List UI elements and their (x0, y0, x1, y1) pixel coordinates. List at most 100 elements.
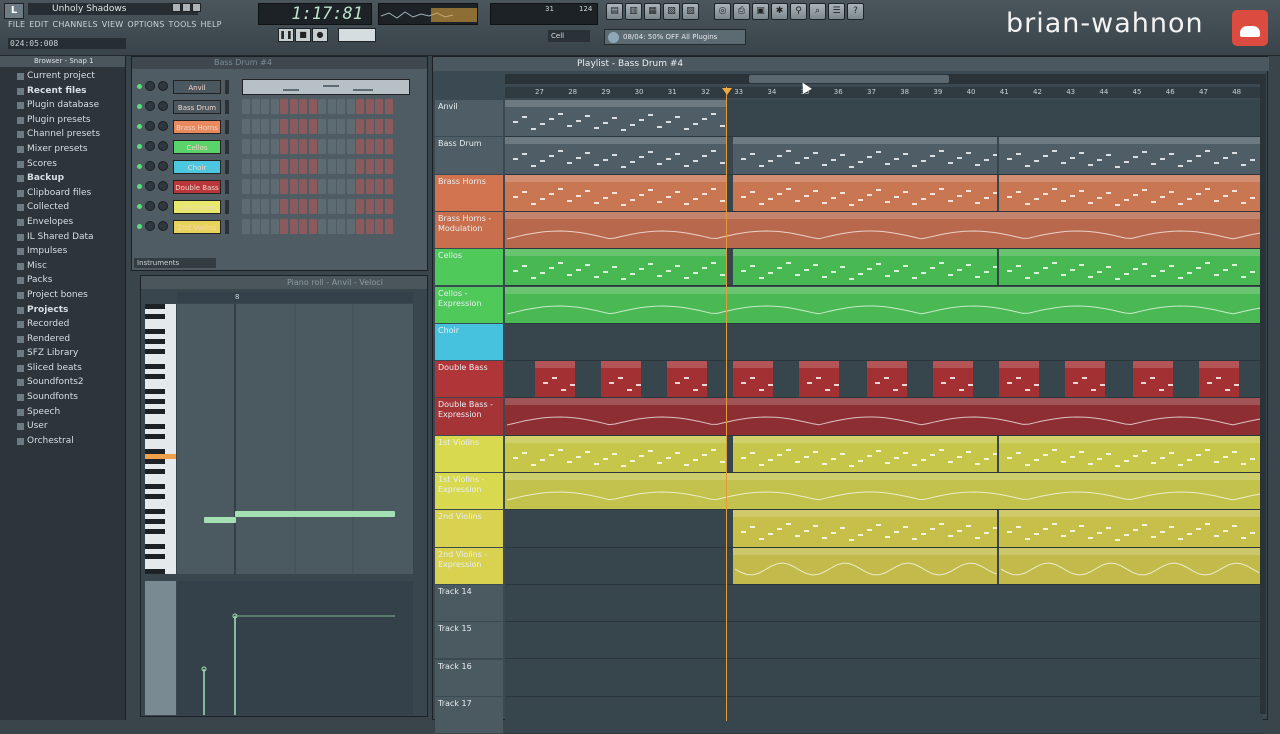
black-key[interactable] (145, 434, 165, 439)
black-key[interactable] (145, 339, 165, 344)
channel-name-button[interactable]: Anvil (173, 80, 221, 94)
browser-item[interactable]: Current project (0, 69, 125, 84)
piano-roll-note[interactable] (235, 511, 395, 517)
step-button[interactable] (327, 99, 336, 114)
piano-roll-ruler[interactable]: 8 (177, 292, 413, 303)
step-button[interactable] (346, 119, 355, 134)
step-button[interactable] (356, 159, 364, 174)
playhead-marker[interactable] (722, 88, 732, 95)
black-key[interactable] (145, 494, 165, 499)
step-button[interactable] (308, 219, 317, 234)
pattern-selector[interactable] (338, 28, 376, 42)
step-button[interactable] (280, 199, 288, 214)
menu-channels[interactable]: CHANNELS (53, 20, 98, 29)
step-button[interactable] (318, 179, 326, 194)
step-button[interactable] (327, 219, 336, 234)
mixer-icon[interactable]: ▧ (663, 3, 680, 20)
black-key[interactable] (145, 409, 165, 414)
black-key[interactable] (145, 399, 165, 404)
step-button[interactable] (375, 99, 383, 114)
step-button[interactable] (299, 99, 307, 114)
step-button[interactable] (289, 139, 298, 154)
playlist-clip[interactable]: Dou..ss (1065, 361, 1105, 398)
browser-item[interactable]: Orchestral (0, 434, 125, 449)
track-lane[interactable] (505, 323, 1263, 362)
track-header[interactable]: Bass Drum (435, 137, 503, 174)
piano-roll-grid[interactable] (177, 304, 413, 574)
step-button[interactable] (251, 179, 260, 194)
track-header[interactable]: Track 17 (435, 696, 503, 734)
step-button[interactable] (270, 179, 279, 194)
step-button[interactable] (261, 179, 269, 194)
track-header[interactable]: Cellos (435, 249, 503, 286)
maximize-icon[interactable] (182, 3, 191, 12)
step-button[interactable] (375, 219, 383, 234)
browser-item[interactable]: Clipboard files (0, 186, 125, 201)
step-button[interactable] (242, 99, 250, 114)
black-key[interactable] (145, 529, 165, 534)
step-button[interactable] (270, 159, 279, 174)
browser-item[interactable]: Sliced beats (0, 361, 125, 376)
track-lane[interactable]: 2nd Violins 2nd Violins #2 (505, 510, 1263, 548)
step-button[interactable] (289, 119, 298, 134)
step-button[interactable] (280, 219, 288, 234)
playlist-clip[interactable] (505, 435, 727, 472)
playlist-ruler[interactable]: 27 28 29 30 31 32 33 34 35 36 37 38 39 40 41 42 43 44 45 46… (505, 87, 1263, 98)
track-header[interactable]: Track 15 (435, 622, 503, 659)
playlist-clip[interactable] (505, 473, 1261, 510)
track-header[interactable]: Brass Horns (435, 174, 503, 211)
black-key[interactable] (145, 314, 165, 319)
playlist-clip[interactable]: 2nd Violins - Expression envelope (999, 547, 1261, 584)
record-icon[interactable]: ● (312, 28, 328, 42)
step-button[interactable] (299, 179, 307, 194)
step-button[interactable] (337, 179, 345, 194)
playlist-clip[interactable]: Dou..#3 (1199, 361, 1239, 398)
menu-edit[interactable]: EDIT (29, 20, 48, 29)
step-button[interactable] (384, 139, 393, 154)
track-lane[interactable] (505, 584, 1263, 623)
pan-knob[interactable] (145, 141, 155, 151)
step-button[interactable] (375, 179, 383, 194)
step-button[interactable] (261, 99, 269, 114)
pan-knob[interactable] (145, 161, 155, 171)
playlist-clip[interactable]: Dou..ss (601, 361, 641, 398)
step-button[interactable] (280, 179, 288, 194)
step-button[interactable] (327, 179, 336, 194)
channel-rack-icon[interactable]: ▦ (644, 3, 661, 20)
channel-row[interactable]: Bass Drum (132, 97, 427, 117)
track-lane[interactable] (505, 659, 1263, 697)
browser-item[interactable]: Plugin presets (0, 113, 125, 128)
help-icon[interactable]: ? (847, 3, 864, 20)
step-button[interactable] (318, 99, 326, 114)
black-key[interactable] (145, 349, 165, 354)
channel-name-button[interactable]: 1st Violins (173, 200, 221, 214)
playlist-clip[interactable]: Dou..ss (799, 361, 839, 398)
browser-item[interactable]: Scores (0, 157, 125, 172)
track-header[interactable]: 2nd Violins - Expression (435, 547, 503, 584)
step-button[interactable] (261, 219, 269, 234)
browser-item[interactable]: Impulses (0, 244, 125, 259)
channel-row[interactable]: Anvil (132, 77, 427, 97)
browser-item[interactable]: Rendered (0, 332, 125, 347)
black-key[interactable] (145, 364, 165, 369)
step-button[interactable] (365, 179, 374, 194)
menu-options[interactable]: OPTIONS (127, 20, 164, 29)
playlist-clip[interactable]: Dou..ss (535, 361, 575, 398)
step-button[interactable] (308, 199, 317, 214)
channel-name-button[interactable]: Choir (173, 160, 221, 174)
browser-item[interactable]: Envelopes (0, 215, 125, 230)
step-button[interactable] (289, 99, 298, 114)
track-lane[interactable]: n #2 Bass Drum #3 Bass Drum #3 (505, 137, 1263, 175)
step-button[interactable] (346, 99, 355, 114)
black-key[interactable] (145, 459, 165, 464)
playlist-clip[interactable]: Br..lope (505, 211, 1261, 249)
step-button[interactable] (289, 179, 298, 194)
black-key[interactable] (145, 554, 165, 559)
step-button[interactable] (337, 219, 345, 234)
track-lane[interactable] (505, 696, 1263, 734)
step-button[interactable] (337, 139, 345, 154)
playlist-clip[interactable]: Cellos #2 (733, 249, 997, 286)
browser-item[interactable]: Speech (0, 405, 125, 420)
playlist-clip[interactable] (505, 286, 1261, 323)
step-button[interactable] (365, 119, 374, 134)
